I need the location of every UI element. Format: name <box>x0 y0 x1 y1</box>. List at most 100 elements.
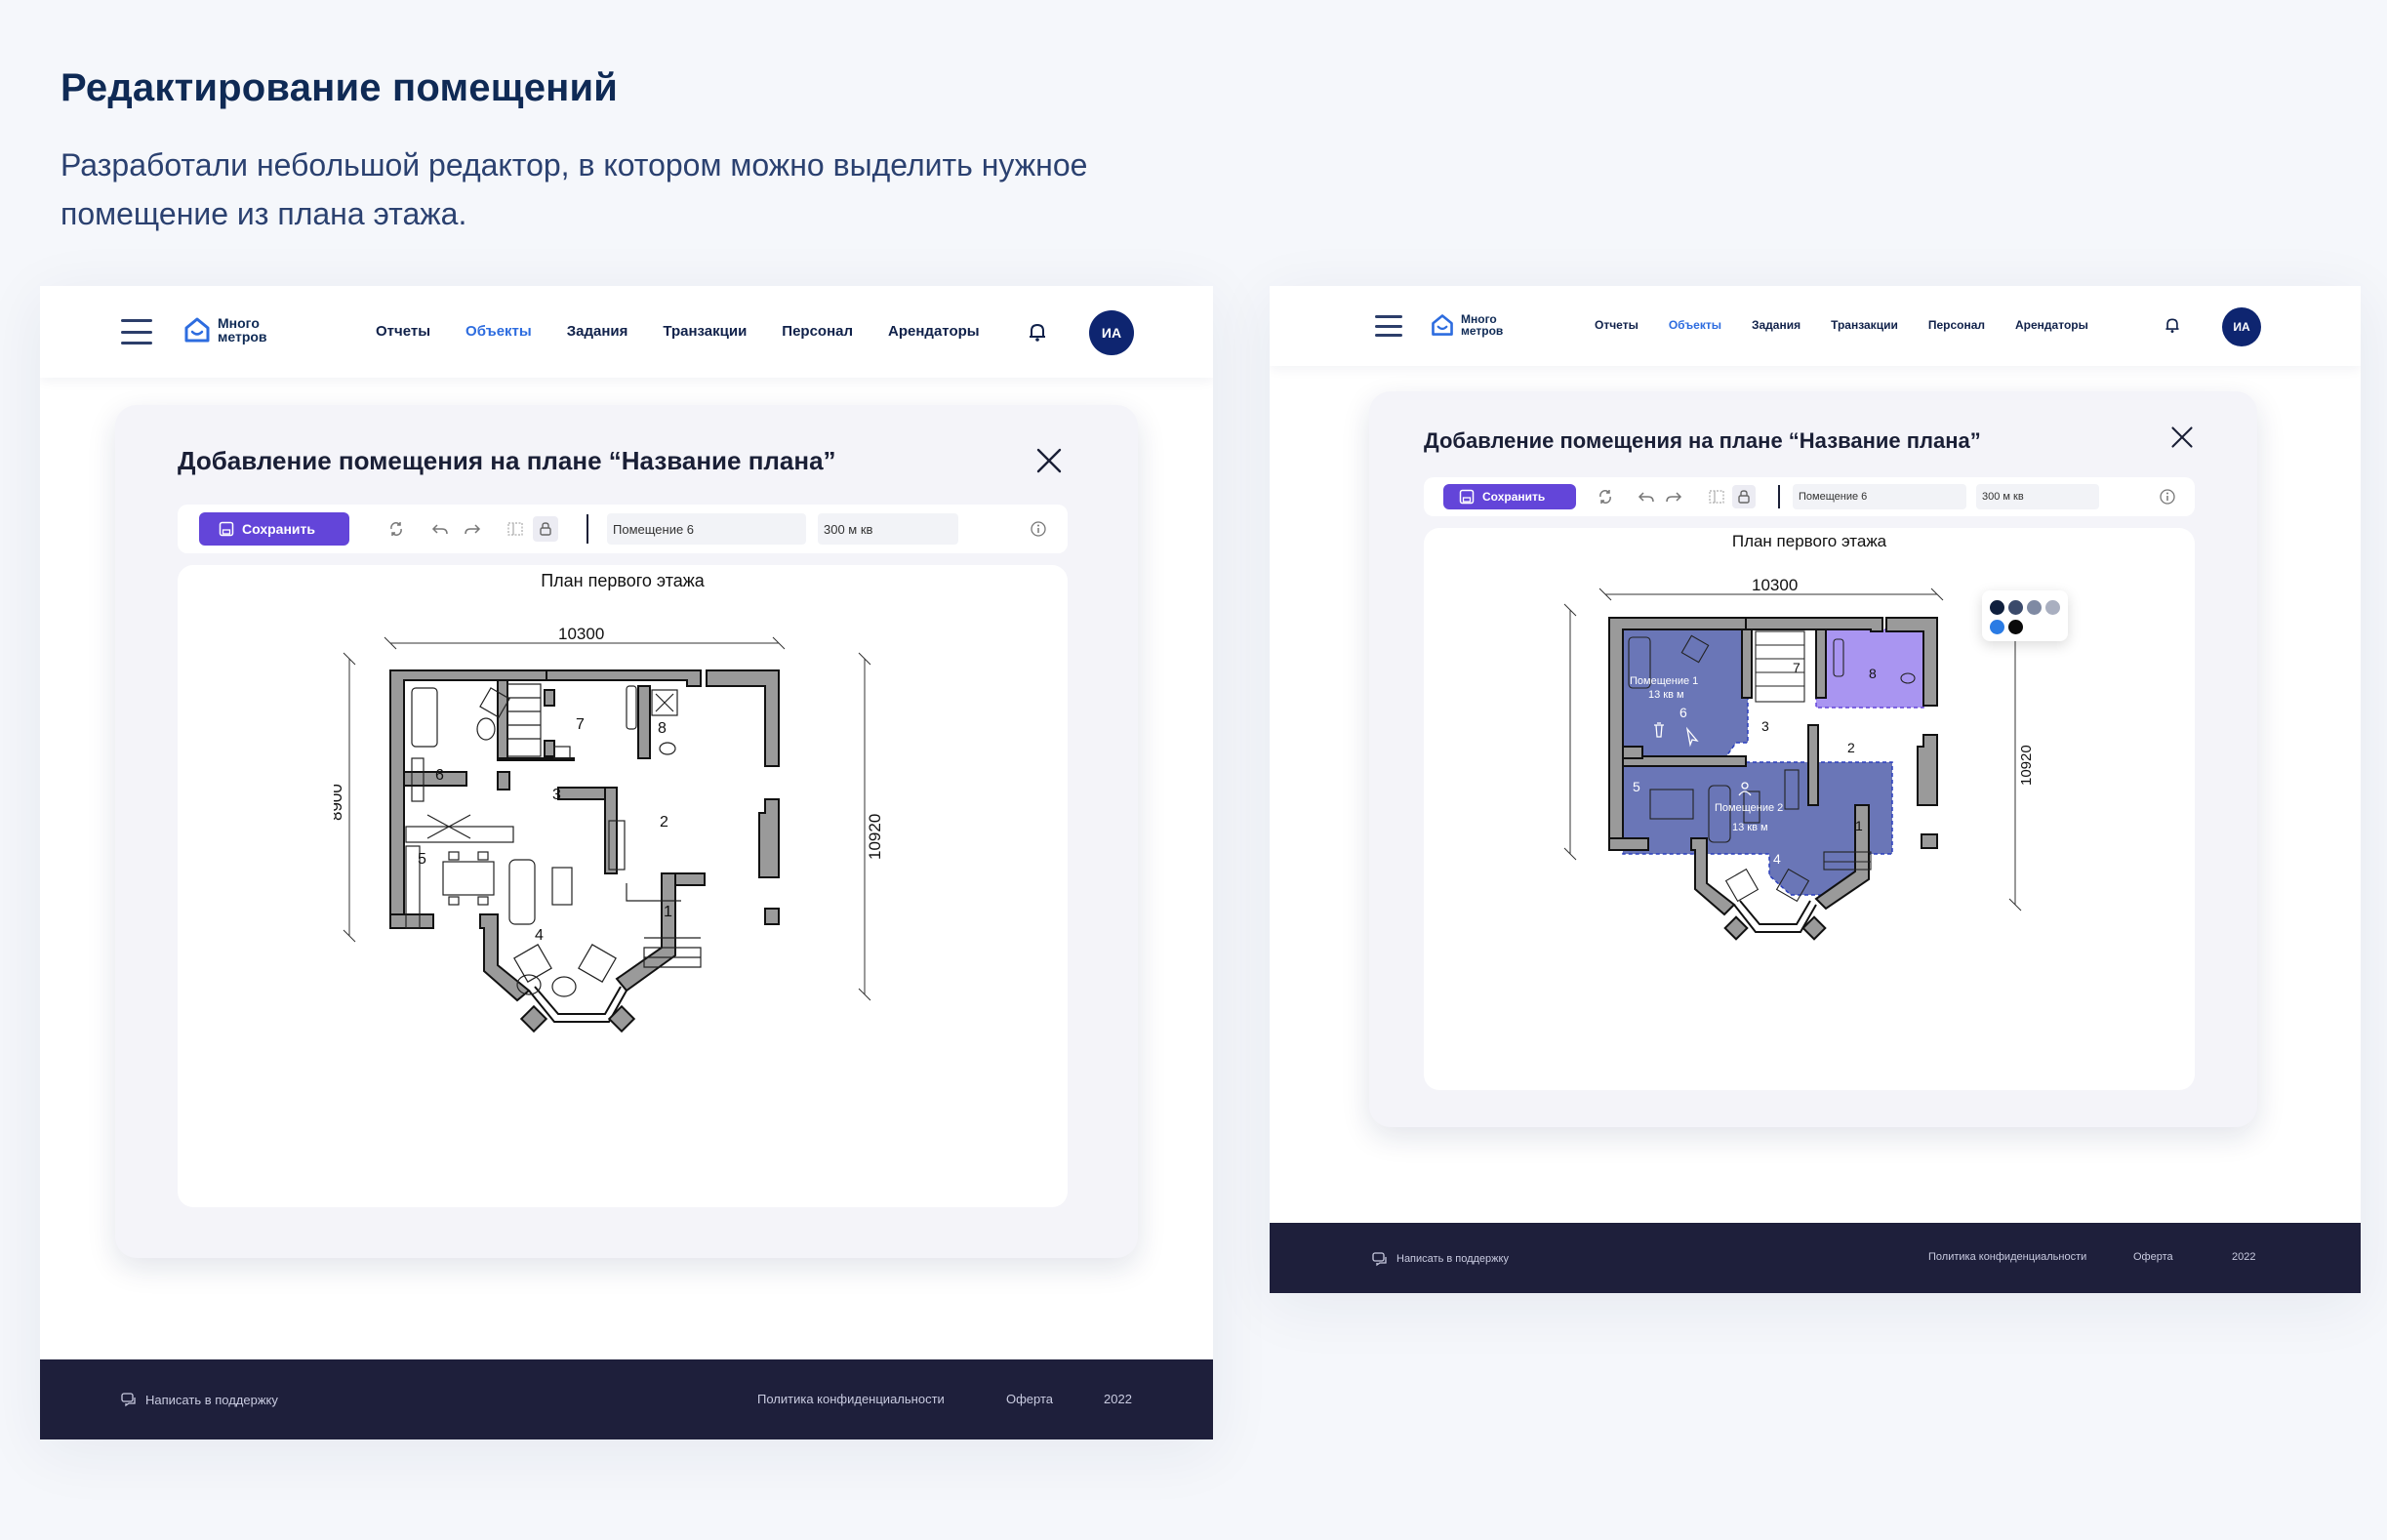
color-swatch[interactable] <box>2008 620 2023 634</box>
app-footer: Написать в поддержку Политика конфиденци… <box>40 1359 1213 1439</box>
offer-link[interactable]: Оферта <box>2133 1251 2173 1263</box>
modal-title: Добавление помещения на плане “Название … <box>1424 428 1981 453</box>
selection-2-area: 13 кв м <box>1732 822 1768 833</box>
logo-text-line1: Много <box>218 315 260 331</box>
app-header: Много метров Отчеты Объекты Задания Транз… <box>40 286 1213 378</box>
floor-plan[interactable]: 10300 8900 10920 <box>334 604 900 1190</box>
room-number-7: 7 <box>576 716 585 733</box>
plan-walls <box>389 669 780 1002</box>
selection-1-area: 13 кв м <box>1648 689 1684 701</box>
grid-icon[interactable] <box>1707 487 1726 507</box>
floor-plan[interactable]: 10300 8900 10920 <box>1560 561 2058 1088</box>
room-number-2: 2 <box>1847 740 1855 755</box>
dim-width: 10300 <box>1752 576 1798 594</box>
nav-staff[interactable]: Персонал <box>782 323 853 340</box>
menu-icon[interactable] <box>1375 315 1402 337</box>
save-button-label: Сохранить <box>242 521 315 537</box>
toolbar-divider <box>587 514 588 544</box>
close-icon[interactable] <box>1034 446 1064 475</box>
color-swatch[interactable] <box>2008 600 2023 615</box>
nav-transactions[interactable]: Транзакции <box>1831 318 1898 332</box>
nav-tenants[interactable]: Арендаторы <box>2015 318 2088 332</box>
main-nav: Отчеты Объекты Задания Транзакции Персон… <box>376 323 980 340</box>
footer-year: 2022 <box>2232 1251 2256 1263</box>
bell-icon[interactable] <box>1027 321 1048 343</box>
nav-tasks[interactable]: Задания <box>567 323 628 340</box>
color-palette <box>1982 590 2068 641</box>
close-icon[interactable] <box>2169 425 2195 450</box>
room-number-6: 6 <box>435 767 444 784</box>
bell-icon[interactable] <box>2164 316 2181 334</box>
room-number-1: 1 <box>664 904 672 920</box>
room-number-3: 3 <box>1761 718 1769 734</box>
save-button[interactable]: Сохранить <box>199 512 349 546</box>
floppy-icon <box>219 521 234 537</box>
dim-width: 10300 <box>558 625 604 643</box>
lock-icon[interactable] <box>533 516 558 542</box>
chat-icon <box>121 1393 136 1407</box>
floor-plan-card: План первого этажа 10300 8900 10920 7 8 … <box>178 565 1068 1207</box>
menu-icon[interactable] <box>121 319 152 344</box>
room-number-8: 8 <box>658 720 667 737</box>
support-link[interactable]: Написать в поддержку <box>120 1391 278 1408</box>
editor-toolbar: Сохранить <box>1424 477 2195 516</box>
room-number-5: 5 <box>1633 779 1640 794</box>
dim-height: 8900 <box>1560 722 1564 754</box>
room-number-3: 3 <box>552 787 561 803</box>
floor-plan-card: План первого этажа 10300 8900 10920 7 8 … <box>1424 528 2195 1090</box>
dim-depth: 10920 <box>866 814 884 860</box>
rotate-icon[interactable] <box>1596 487 1615 507</box>
color-swatch[interactable] <box>2027 600 2042 615</box>
room-number-1: 1 <box>1855 818 1863 833</box>
info-icon[interactable] <box>2158 487 2177 507</box>
privacy-link[interactable]: Политика конфиденциальности <box>757 1392 945 1406</box>
save-button[interactable]: Сохранить <box>1443 484 1576 509</box>
avatar[interactable]: ИА <box>2222 307 2261 346</box>
nav-tasks[interactable]: Задания <box>1752 318 1800 332</box>
nav-objects[interactable]: Объекты <box>465 323 532 340</box>
floppy-icon <box>1459 489 1475 505</box>
nav-reports[interactable]: Отчеты <box>376 323 430 340</box>
nav-tenants[interactable]: Арендаторы <box>888 323 980 340</box>
room-area-input[interactable] <box>818 513 958 545</box>
selection-room-1[interactable] <box>1622 628 1749 757</box>
selection-1-name: Помещение 1 <box>1630 675 1698 687</box>
room-number-6: 6 <box>1679 705 1687 720</box>
support-label: Написать в поддержку <box>1396 1253 1509 1265</box>
color-swatch[interactable] <box>1990 600 2004 615</box>
logo-text-line2: метров <box>1461 324 1504 338</box>
offer-link[interactable]: Оферта <box>1006 1392 1053 1406</box>
lock-icon[interactable] <box>1732 485 1756 508</box>
undo-icon[interactable] <box>430 519 450 539</box>
nav-reports[interactable]: Отчеты <box>1595 318 1639 332</box>
room-name-input[interactable] <box>1793 484 1966 509</box>
privacy-link[interactable]: Политика конфиденциальности <box>1928 1251 2086 1263</box>
plan-title: План первого этажа <box>541 571 705 590</box>
app-logo[interactable]: Много метров <box>182 315 267 344</box>
nav-objects[interactable]: Объекты <box>1669 318 1721 332</box>
room-number-5: 5 <box>418 851 426 868</box>
avatar[interactable]: ИА <box>1089 310 1134 355</box>
screen-editor-selection: Много метров Отчеты Объекты Задания Транз… <box>1270 286 2361 1293</box>
room-number-2: 2 <box>660 814 668 831</box>
support-link[interactable]: Написать в поддержку <box>1371 1250 1509 1268</box>
rotate-icon[interactable] <box>386 519 406 539</box>
room-number-8: 8 <box>1869 666 1877 681</box>
info-icon[interactable] <box>1029 519 1048 539</box>
house-logo-icon <box>1432 314 1453 336</box>
support-label: Написать в поддержку <box>145 1392 278 1407</box>
plan-furniture <box>405 683 702 997</box>
grid-icon[interactable] <box>506 519 525 539</box>
room-name-input[interactable] <box>607 513 806 545</box>
app-logo[interactable]: Много метров <box>1430 312 1503 338</box>
bay-window <box>519 986 636 1033</box>
nav-staff[interactable]: Персонал <box>1928 318 1985 332</box>
color-swatch[interactable] <box>2045 600 2060 615</box>
room-area-input[interactable] <box>1976 484 2099 509</box>
redo-icon[interactable] <box>463 519 482 539</box>
undo-icon[interactable] <box>1637 487 1656 507</box>
redo-icon[interactable] <box>1664 487 1683 507</box>
page-title: Редактирование помещений <box>61 66 619 109</box>
color-swatch[interactable] <box>1990 620 2004 634</box>
nav-transactions[interactable]: Транзакции <box>663 323 747 340</box>
